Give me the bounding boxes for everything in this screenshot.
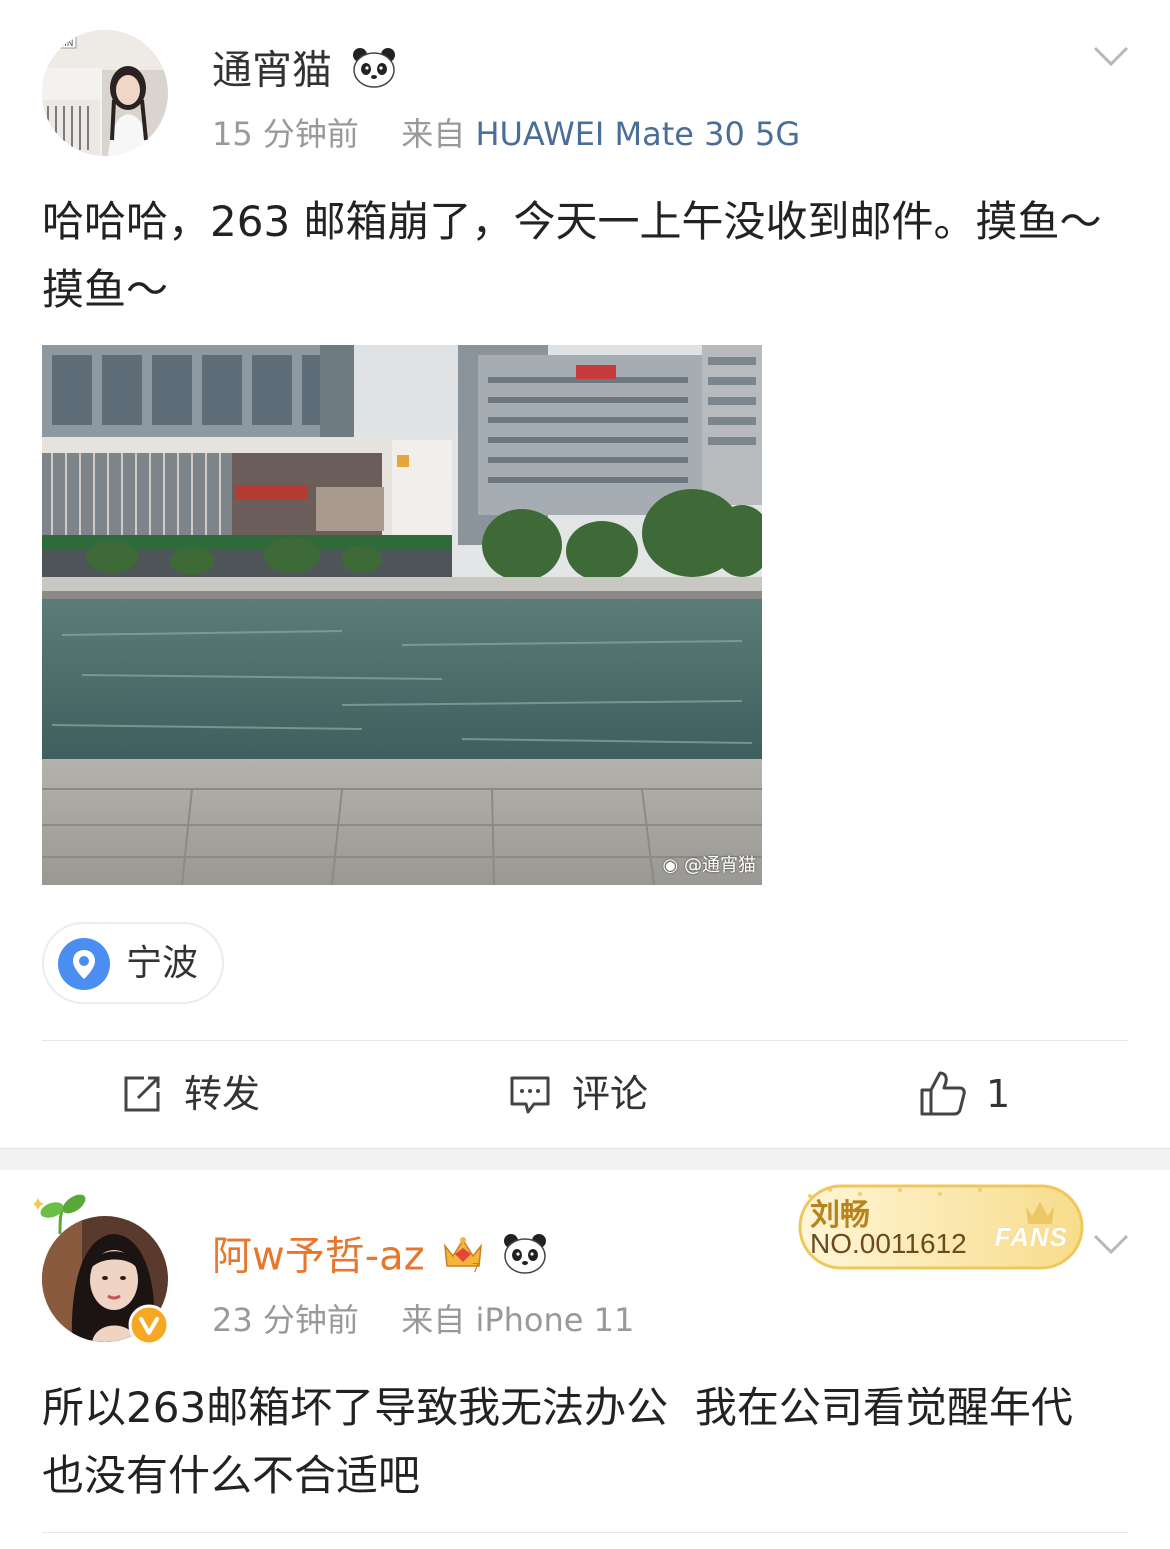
- source-device[interactable]: HUAWEI Mate 30 5G: [475, 115, 800, 153]
- fan-badge-number: NO.0011612: [810, 1228, 967, 1259]
- post-photo[interactable]: ◉ @通宵猫: [42, 345, 762, 885]
- location-label: 宁波: [126, 943, 199, 984]
- like-count: 1: [986, 1072, 1011, 1116]
- weibo-logo-icon: ◉: [662, 855, 679, 876]
- svg-text:GAIN: GAIN: [51, 39, 74, 49]
- post-time: 15 分钟前: [212, 115, 359, 153]
- photo-watermark: ◉ @通宵猫: [662, 855, 756, 876]
- location-pin-icon: [58, 938, 110, 990]
- comment-button[interactable]: 评论: [508, 1064, 678, 1124]
- like-button[interactable]: 1: [918, 1064, 1028, 1124]
- verified-badge-icon: [128, 1304, 170, 1350]
- post-meta: 23 分钟前 来自 iPhone 11: [212, 1300, 634, 1340]
- username[interactable]: 阿w予哲-az 7: [212, 1232, 548, 1285]
- user-avatar[interactable]: GAIN: [42, 30, 168, 156]
- comment-label: 评论: [572, 1072, 649, 1116]
- thumbs-up-icon: [918, 1068, 968, 1122]
- source-device: iPhone 11: [475, 1301, 635, 1339]
- chevron-down-icon[interactable]: [1092, 44, 1130, 74]
- avatar-photo: GAIN: [42, 30, 168, 156]
- source-prefix: 来自: [401, 115, 466, 153]
- panda-emoji-icon: [351, 46, 397, 99]
- divider: [42, 1532, 1128, 1533]
- chevron-down-icon[interactable]: [1092, 1232, 1130, 1262]
- repost-label: 转发: [184, 1072, 261, 1116]
- username-text[interactable]: 通宵猫: [212, 48, 332, 94]
- post-text: 哈哈哈，263 邮箱崩了，今天一上午没收到邮件。摸鱼～摸鱼～: [42, 197, 1102, 314]
- location-tag[interactable]: 宁波: [42, 922, 224, 1004]
- repost-button[interactable]: 转发: [120, 1064, 290, 1124]
- svg-text:7: 7: [472, 1261, 480, 1274]
- comment-icon: [508, 1072, 552, 1120]
- fan-badge[interactable]: 刘畅 NO.0011612 FANS: [790, 1176, 1086, 1272]
- post-separator: [0, 1148, 1170, 1170]
- username-text[interactable]: 阿w予哲-az: [212, 1234, 425, 1280]
- repost-icon: [120, 1072, 164, 1120]
- source-prefix: 来自: [401, 1301, 466, 1339]
- panda-emoji-icon: [502, 1232, 548, 1285]
- post-text: 所以263邮箱坏了导致我无法办公 我在公司看觉醒年代 也没有什么不合适吧: [42, 1383, 1100, 1500]
- city-pond-photo: [42, 345, 762, 885]
- divider: [42, 1040, 1128, 1041]
- weibo-post: GAIN 通宵猫 15 分钟前 来自 HUAWEI Mate 30 5G 哈哈哈…: [0, 0, 1170, 1148]
- post-time: 23 分钟前: [212, 1301, 359, 1339]
- username[interactable]: 通宵猫: [212, 46, 397, 99]
- post-meta: 15 分钟前 来自 HUAWEI Mate 30 5G: [212, 114, 800, 154]
- fan-badge-fans-label: FANS: [994, 1222, 1068, 1252]
- crown-vip-icon: 7: [441, 1232, 485, 1285]
